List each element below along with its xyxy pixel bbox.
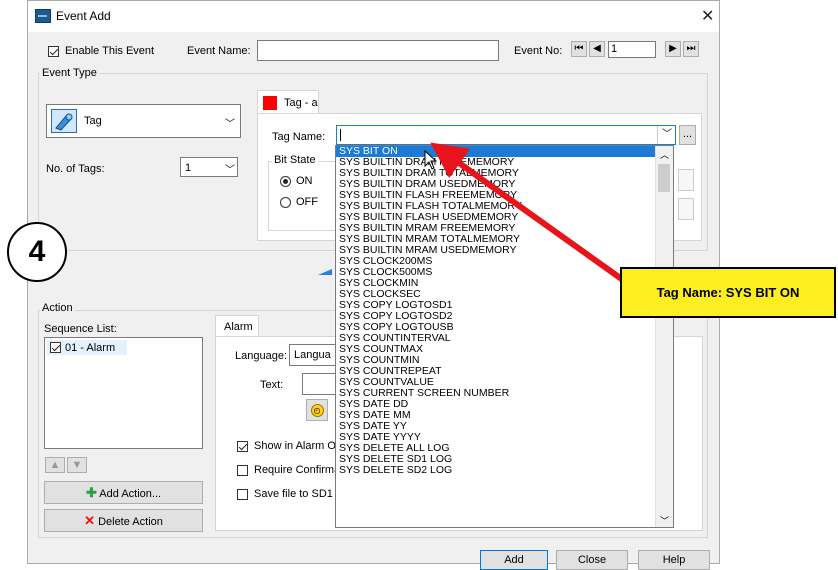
step-number: 4: [7, 222, 67, 282]
callout-label: Tag Name: SYS BIT ON: [620, 267, 836, 318]
